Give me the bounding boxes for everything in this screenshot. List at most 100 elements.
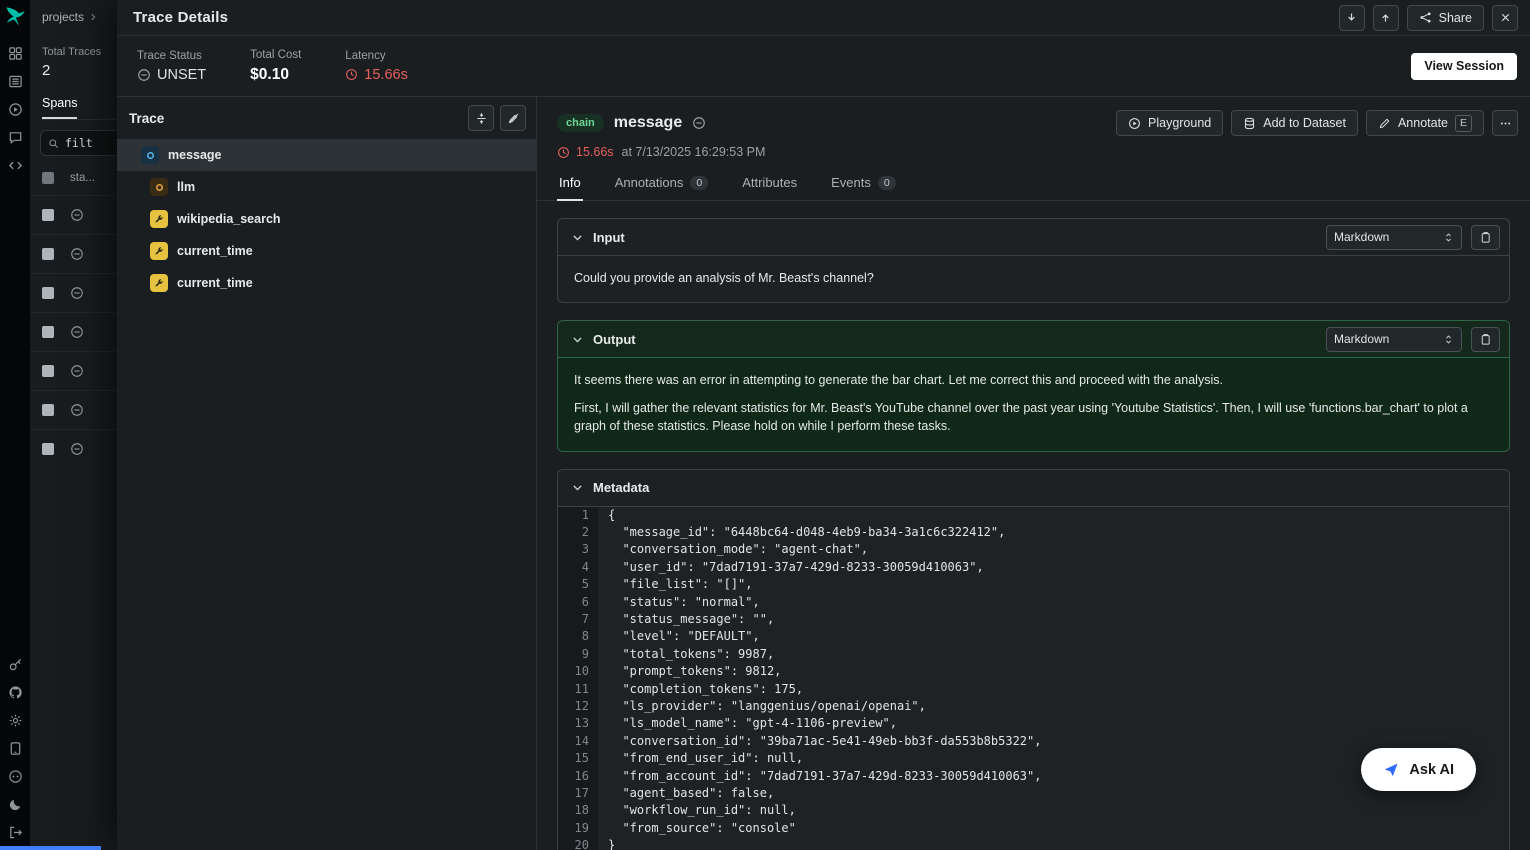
tablet-icon[interactable] bbox=[8, 741, 23, 756]
row-checkbox[interactable] bbox=[42, 404, 54, 416]
discord-icon[interactable] bbox=[8, 769, 23, 784]
collapse-spans-button[interactable] bbox=[468, 105, 494, 131]
code-line: "ls_model_name": "gpt-4-1106-preview", bbox=[598, 715, 1509, 732]
tab-attributes[interactable]: Attributes bbox=[740, 169, 799, 201]
row-checkbox[interactable] bbox=[42, 443, 54, 455]
input-title: Input bbox=[593, 230, 625, 245]
status-minus-icon bbox=[692, 116, 706, 130]
detail-tabs: Info Annotations0 Attributes Events0 bbox=[537, 169, 1530, 201]
key-icon[interactable] bbox=[8, 657, 23, 672]
phoenix-logo[interactable] bbox=[4, 5, 27, 28]
table-header-row: sta... bbox=[42, 172, 117, 195]
row-checkbox[interactable] bbox=[42, 209, 54, 221]
chevron-updown-icon bbox=[1443, 232, 1454, 243]
tool-icon bbox=[150, 274, 168, 292]
share-button[interactable]: Share bbox=[1407, 5, 1484, 31]
span-title-group: chain message bbox=[557, 114, 706, 132]
trace-details-panel: Trace Details Share Trace Status UNSET bbox=[117, 0, 1530, 850]
output-card-header: Output Markdown bbox=[558, 321, 1509, 358]
trace-row[interactable] bbox=[30, 195, 117, 234]
tab-annotations[interactable]: Annotations0 bbox=[613, 169, 711, 201]
metadata-card-header: Metadata bbox=[558, 470, 1509, 507]
span-item-llm[interactable]: llm bbox=[117, 171, 536, 203]
close-button[interactable] bbox=[1492, 5, 1518, 31]
add-to-dataset-button[interactable]: Add to Dataset bbox=[1231, 110, 1358, 136]
select-all-checkbox[interactable] bbox=[42, 172, 54, 184]
trace-row[interactable] bbox=[30, 429, 117, 468]
span-item-wikipedia_search[interactable]: wikipedia_search bbox=[117, 203, 536, 235]
column-header-status: sta... bbox=[70, 172, 95, 184]
status-minus-icon bbox=[70, 286, 84, 300]
span-latency: 15.66s bbox=[576, 145, 614, 159]
trace-row[interactable] bbox=[30, 312, 117, 351]
total-traces-value: 2 bbox=[42, 62, 117, 79]
github-icon[interactable] bbox=[8, 685, 23, 700]
chevron-down-icon[interactable] bbox=[571, 481, 584, 494]
copy-input-button[interactable] bbox=[1471, 225, 1500, 250]
logout-icon[interactable] bbox=[8, 825, 23, 840]
latency-label: Latency bbox=[345, 50, 408, 62]
chat-icon[interactable] bbox=[8, 130, 23, 145]
annotate-button[interactable]: Annotate E bbox=[1366, 110, 1484, 136]
tab-spans[interactable]: Spans bbox=[42, 96, 77, 119]
moon-icon[interactable] bbox=[8, 797, 23, 812]
code-line: "total_tokens": 9987, bbox=[598, 646, 1509, 663]
line-number: 1 bbox=[558, 507, 598, 524]
trace-row[interactable] bbox=[30, 234, 117, 273]
line-number: 10 bbox=[558, 663, 598, 680]
clock-icon bbox=[345, 68, 358, 81]
tab-events[interactable]: Events0 bbox=[829, 169, 898, 201]
line-number: 20 bbox=[558, 837, 598, 850]
output-mode-select[interactable]: Markdown bbox=[1326, 327, 1462, 352]
view-session-button[interactable]: View Session bbox=[1411, 53, 1517, 80]
row-checkbox[interactable] bbox=[42, 248, 54, 260]
copy-output-button[interactable] bbox=[1471, 327, 1500, 352]
gear-icon[interactable] bbox=[8, 713, 23, 728]
code-icon[interactable] bbox=[8, 158, 23, 173]
span-item-current_time[interactable]: current_time bbox=[117, 267, 536, 299]
code-line: "conversation_id": "39ba71ac-5e41-49eb-b… bbox=[598, 733, 1509, 750]
more-options-button[interactable] bbox=[1492, 110, 1518, 136]
tab-count-badge: 0 bbox=[690, 176, 708, 190]
span-name: llm bbox=[177, 180, 195, 194]
breadcrumb[interactable]: projects bbox=[30, 0, 117, 24]
trace-tree-buttons bbox=[468, 105, 526, 131]
code-line: "completion_tokens": 175, bbox=[598, 681, 1509, 698]
span-item-current_time[interactable]: current_time bbox=[117, 235, 536, 267]
next-trace-button[interactable] bbox=[1339, 5, 1365, 31]
previous-trace-button[interactable] bbox=[1373, 5, 1399, 31]
line-number: 8 bbox=[558, 628, 598, 645]
ask-ai-button[interactable]: Ask AI bbox=[1361, 748, 1476, 791]
row-checkbox[interactable] bbox=[42, 365, 54, 377]
grid-icon[interactable] bbox=[8, 46, 23, 61]
list-icon[interactable] bbox=[8, 74, 23, 89]
hide-annotations-button[interactable] bbox=[500, 105, 526, 131]
span-name: current_time bbox=[177, 276, 253, 290]
line-number: 12 bbox=[558, 698, 598, 715]
tab-info[interactable]: Info bbox=[557, 169, 583, 201]
input-mode-select[interactable]: Markdown bbox=[1326, 225, 1462, 250]
playground-button[interactable]: Playground bbox=[1116, 110, 1223, 136]
search-input[interactable]: filt bbox=[40, 130, 117, 156]
play-circle-icon[interactable] bbox=[8, 102, 23, 117]
row-checkbox[interactable] bbox=[42, 287, 54, 299]
page-title: Trace Details bbox=[133, 9, 228, 26]
span-item-message[interactable]: message bbox=[117, 139, 536, 171]
trace-status-value: UNSET bbox=[137, 67, 206, 83]
send-icon bbox=[1383, 762, 1399, 778]
total-traces-label: Total Traces bbox=[42, 46, 117, 58]
metadata-code: 1{2 "message_id": "6448bc64-d048-4eb9-ba… bbox=[558, 507, 1509, 850]
trace-tree-list: messagellmwikipedia_searchcurrent_timecu… bbox=[117, 139, 536, 299]
trace-row[interactable] bbox=[30, 390, 117, 429]
chevron-down-icon[interactable] bbox=[571, 333, 584, 346]
trace-row[interactable] bbox=[30, 273, 117, 312]
minus-circle-icon bbox=[137, 68, 151, 82]
trace-row[interactable] bbox=[30, 351, 117, 390]
row-checkbox[interactable] bbox=[42, 326, 54, 338]
chevron-down-icon[interactable] bbox=[571, 231, 584, 244]
status-minus-icon bbox=[70, 442, 84, 456]
code-line: "user_id": "7dad7191-37a7-429d-8233-3005… bbox=[598, 559, 1509, 576]
span-kind-badge: chain bbox=[557, 114, 604, 132]
rail-bottom-icons bbox=[8, 657, 23, 840]
input-text: Could you provide an analysis of Mr. Bea… bbox=[574, 271, 874, 285]
